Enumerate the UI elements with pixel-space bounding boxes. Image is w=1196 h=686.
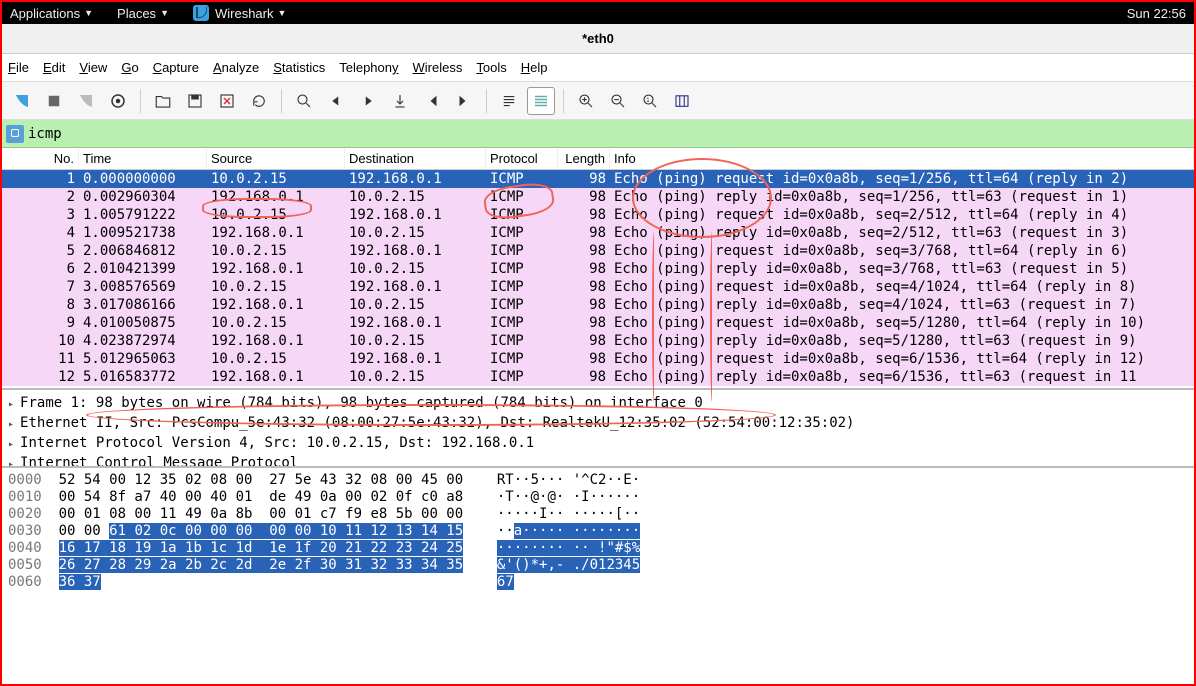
header-time[interactable]: Time: [79, 149, 207, 168]
packet-row[interactable]: 20.002960304192.168.0.110.0.2.15ICMP98Ec…: [2, 188, 1194, 206]
go-first-icon[interactable]: [418, 87, 446, 115]
window-title: *eth0: [582, 31, 614, 46]
go-last-icon[interactable]: [450, 87, 478, 115]
os-clock: Sun 22:56: [1127, 6, 1186, 21]
menu-telephony[interactable]: Telephony: [339, 60, 398, 75]
menu-statistics[interactable]: Statistics: [273, 60, 325, 75]
packet-row[interactable]: 115.01296506310.0.2.15192.168.0.1ICMP98E…: [2, 350, 1194, 368]
packet-row[interactable]: 83.017086166192.168.0.110.0.2.15ICMP98Ec…: [2, 296, 1194, 314]
reload-icon[interactable]: [245, 87, 273, 115]
restart-capture-icon[interactable]: [72, 87, 100, 115]
menu-capture[interactable]: Capture: [153, 60, 199, 75]
os-menu-wireshark[interactable]: Wireshark▼: [193, 5, 286, 21]
toolbar-separator: [563, 89, 564, 113]
packet-row[interactable]: 41.009521738192.168.0.110.0.2.15ICMP98Ec…: [2, 224, 1194, 242]
go-forward-icon[interactable]: [354, 87, 382, 115]
capture-options-icon[interactable]: [104, 87, 132, 115]
tree-ethernet[interactable]: Ethernet II, Src: PcsCompu_5e:43:32 (08:…: [8, 414, 1188, 434]
toolbar-separator: [281, 89, 282, 113]
packet-row[interactable]: 125.016583772192.168.0.110.0.2.15ICMP98E…: [2, 368, 1194, 386]
tree-icmp[interactable]: Internet Control Message Protocol: [8, 454, 1188, 468]
menu-file[interactable]: File: [8, 60, 29, 75]
zoom-in-icon[interactable]: [572, 87, 600, 115]
menu-go[interactable]: Go: [121, 60, 138, 75]
find-packet-icon[interactable]: [290, 87, 318, 115]
packet-row[interactable]: 31.00579122210.0.2.15192.168.0.1ICMP98Ec…: [2, 206, 1194, 224]
open-file-icon[interactable]: [149, 87, 177, 115]
header-protocol[interactable]: Protocol: [486, 149, 558, 168]
go-back-icon[interactable]: [322, 87, 350, 115]
wireshark-app-icon: [193, 5, 209, 21]
toolbar: 1: [2, 82, 1194, 120]
menu-bar: File Edit View Go Capture Analyze Statis…: [2, 54, 1194, 82]
packet-row[interactable]: 73.00857656910.0.2.15192.168.0.1ICMP98Ec…: [2, 278, 1194, 296]
os-top-bar: Applications▼ Places▼ Wireshark▼ Sun 22:…: [2, 2, 1194, 24]
display-filter-bar: [2, 120, 1194, 148]
menu-help[interactable]: Help: [521, 60, 548, 75]
os-menu-applications[interactable]: Applications▼: [10, 6, 93, 21]
packet-details-tree[interactable]: Frame 1: 98 bytes on wire (784 bits), 98…: [2, 388, 1194, 468]
menu-edit[interactable]: Edit: [43, 60, 65, 75]
header-length[interactable]: Length: [558, 149, 610, 168]
header-source[interactable]: Source: [207, 149, 345, 168]
save-file-icon[interactable]: [181, 87, 209, 115]
packet-row[interactable]: 94.01005087510.0.2.15192.168.0.1ICMP98Ec…: [2, 314, 1194, 332]
colorize-icon[interactable]: [527, 87, 555, 115]
zoom-reset-icon[interactable]: 1: [636, 87, 664, 115]
packet-row[interactable]: 62.010421399192.168.0.110.0.2.15ICMP98Ec…: [2, 260, 1194, 278]
auto-scroll-icon[interactable]: [495, 87, 523, 115]
tree-ip[interactable]: Internet Protocol Version 4, Src: 10.0.2…: [8, 434, 1188, 454]
packet-list-header: No. Time Source Destination Protocol Len…: [2, 148, 1194, 170]
packet-row[interactable]: 10.00000000010.0.2.15192.168.0.1ICMP98Ec…: [2, 170, 1194, 188]
go-to-packet-icon[interactable]: [386, 87, 414, 115]
header-destination[interactable]: Destination: [345, 149, 486, 168]
header-no[interactable]: No.: [2, 149, 79, 168]
svg-text:1: 1: [646, 97, 650, 103]
display-filter-input[interactable]: [28, 126, 1190, 142]
menu-wireless[interactable]: Wireless: [413, 60, 463, 75]
os-menu-places[interactable]: Places▼: [117, 6, 169, 21]
packet-row[interactable]: 52.00684681210.0.2.15192.168.0.1ICMP98Ec…: [2, 242, 1194, 260]
resize-columns-icon[interactable]: [668, 87, 696, 115]
header-info[interactable]: Info: [610, 149, 1194, 168]
filter-bookmark-icon[interactable]: [6, 125, 24, 143]
toolbar-separator: [486, 89, 487, 113]
tree-frame[interactable]: Frame 1: 98 bytes on wire (784 bits), 98…: [8, 394, 1188, 414]
stop-capture-icon[interactable]: [40, 87, 68, 115]
menu-analyze[interactable]: Analyze: [213, 60, 259, 75]
zoom-out-icon[interactable]: [604, 87, 632, 115]
packet-list[interactable]: 10.00000000010.0.2.15192.168.0.1ICMP98Ec…: [2, 170, 1194, 388]
menu-tools[interactable]: Tools: [476, 60, 506, 75]
toolbar-separator: [140, 89, 141, 113]
start-capture-icon[interactable]: [8, 87, 36, 115]
window-title-bar: *eth0: [2, 24, 1194, 54]
packet-row[interactable]: 104.023872974192.168.0.110.0.2.15ICMP98E…: [2, 332, 1194, 350]
close-file-icon[interactable]: [213, 87, 241, 115]
packet-bytes-hex[interactable]: 0000 52 54 00 12 35 02 08 00 27 5e 43 32…: [2, 468, 1194, 595]
menu-view[interactable]: View: [79, 60, 107, 75]
